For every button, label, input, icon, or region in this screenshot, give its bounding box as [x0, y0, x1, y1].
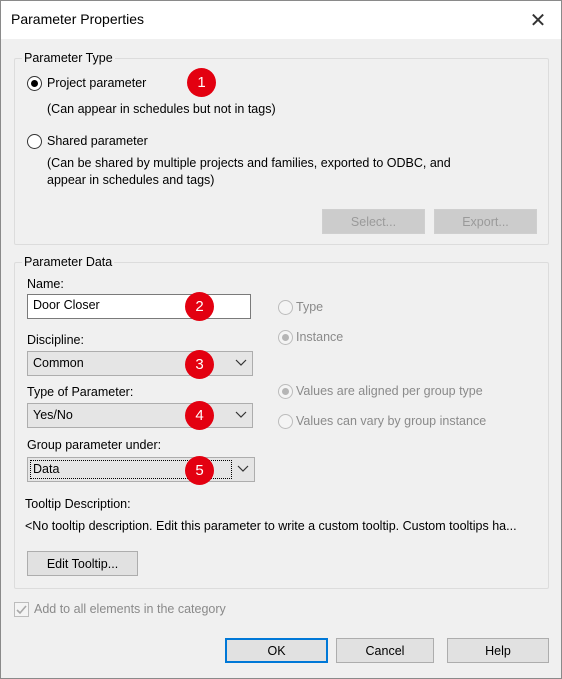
name-label: Name: — [27, 277, 64, 291]
discipline-value: Common — [33, 356, 84, 370]
group-parameter-under-label: Group parameter under: — [27, 438, 162, 452]
checkmark-icon — [16, 605, 27, 615]
parameter-properties-dialog: Parameter Properties ✕ Parameter Type Pr… — [0, 0, 562, 679]
project-parameter-description: (Can appear in schedules but not in tags… — [47, 102, 276, 116]
add-to-all-label[interactable]: Add to all elements in the category — [34, 602, 226, 616]
parameter-data-group-title: Parameter Data — [22, 255, 115, 269]
tooltip-description-text: <No tooltip description. Edit this param… — [25, 519, 517, 533]
export-button[interactable]: Export... — [434, 209, 537, 234]
instance-radio-label[interactable]: Instance — [296, 330, 343, 344]
group-parameter-under-dropdown[interactable]: Data — [27, 457, 255, 482]
annotation-badge-2: 2 — [185, 292, 214, 321]
chevron-down-icon — [237, 465, 249, 472]
help-button[interactable]: Help — [447, 638, 549, 663]
type-of-parameter-dropdown[interactable]: Yes/No — [27, 403, 253, 428]
instance-radio[interactable] — [278, 330, 293, 345]
annotation-badge-1: 1 — [187, 68, 216, 97]
values-vary-radio[interactable] — [278, 414, 293, 429]
close-icon: ✕ — [529, 9, 547, 32]
edit-tooltip-button[interactable]: Edit Tooltip... — [27, 551, 138, 576]
annotation-badge-5: 5 — [185, 456, 214, 485]
cancel-button[interactable]: Cancel — [336, 638, 434, 663]
type-radio[interactable] — [278, 300, 293, 315]
discipline-label: Discipline: — [27, 333, 84, 347]
discipline-dropdown[interactable]: Common — [27, 351, 253, 376]
group-parameter-under-value: Data — [33, 462, 60, 476]
dialog-title: Parameter Properties — [11, 11, 145, 27]
close-button[interactable]: ✕ — [515, 1, 561, 39]
parameter-type-group-title: Parameter Type — [22, 51, 115, 65]
shared-parameter-description-line1: (Can be shared by multiple projects and … — [47, 156, 451, 170]
type-radio-label[interactable]: Type — [296, 300, 323, 314]
annotation-badge-4: 4 — [185, 401, 214, 430]
shared-parameter-radio[interactable] — [27, 134, 42, 149]
chevron-down-icon — [235, 359, 247, 366]
chevron-down-icon — [235, 411, 247, 418]
values-aligned-radio[interactable] — [278, 384, 293, 399]
select-button[interactable]: Select... — [322, 209, 425, 234]
type-of-parameter-label: Type of Parameter: — [27, 385, 134, 399]
values-vary-radio-label[interactable]: Values can vary by group instance — [296, 414, 486, 428]
ok-button[interactable]: OK — [225, 638, 328, 663]
values-aligned-radio-label[interactable]: Values are aligned per group type — [296, 384, 483, 398]
title-bar: Parameter Properties ✕ — [1, 1, 561, 39]
shared-parameter-label[interactable]: Shared parameter — [47, 134, 148, 148]
tooltip-description-label: Tooltip Description: — [25, 497, 131, 511]
type-of-parameter-value: Yes/No — [33, 408, 73, 422]
add-to-all-checkbox[interactable] — [14, 602, 29, 617]
annotation-badge-3: 3 — [185, 350, 214, 379]
project-parameter-radio[interactable] — [27, 76, 42, 91]
shared-parameter-description-line2: appear in schedules and tags) — [47, 173, 215, 187]
name-input[interactable]: Door Closer — [27, 294, 251, 319]
project-parameter-label[interactable]: Project parameter — [47, 76, 146, 90]
